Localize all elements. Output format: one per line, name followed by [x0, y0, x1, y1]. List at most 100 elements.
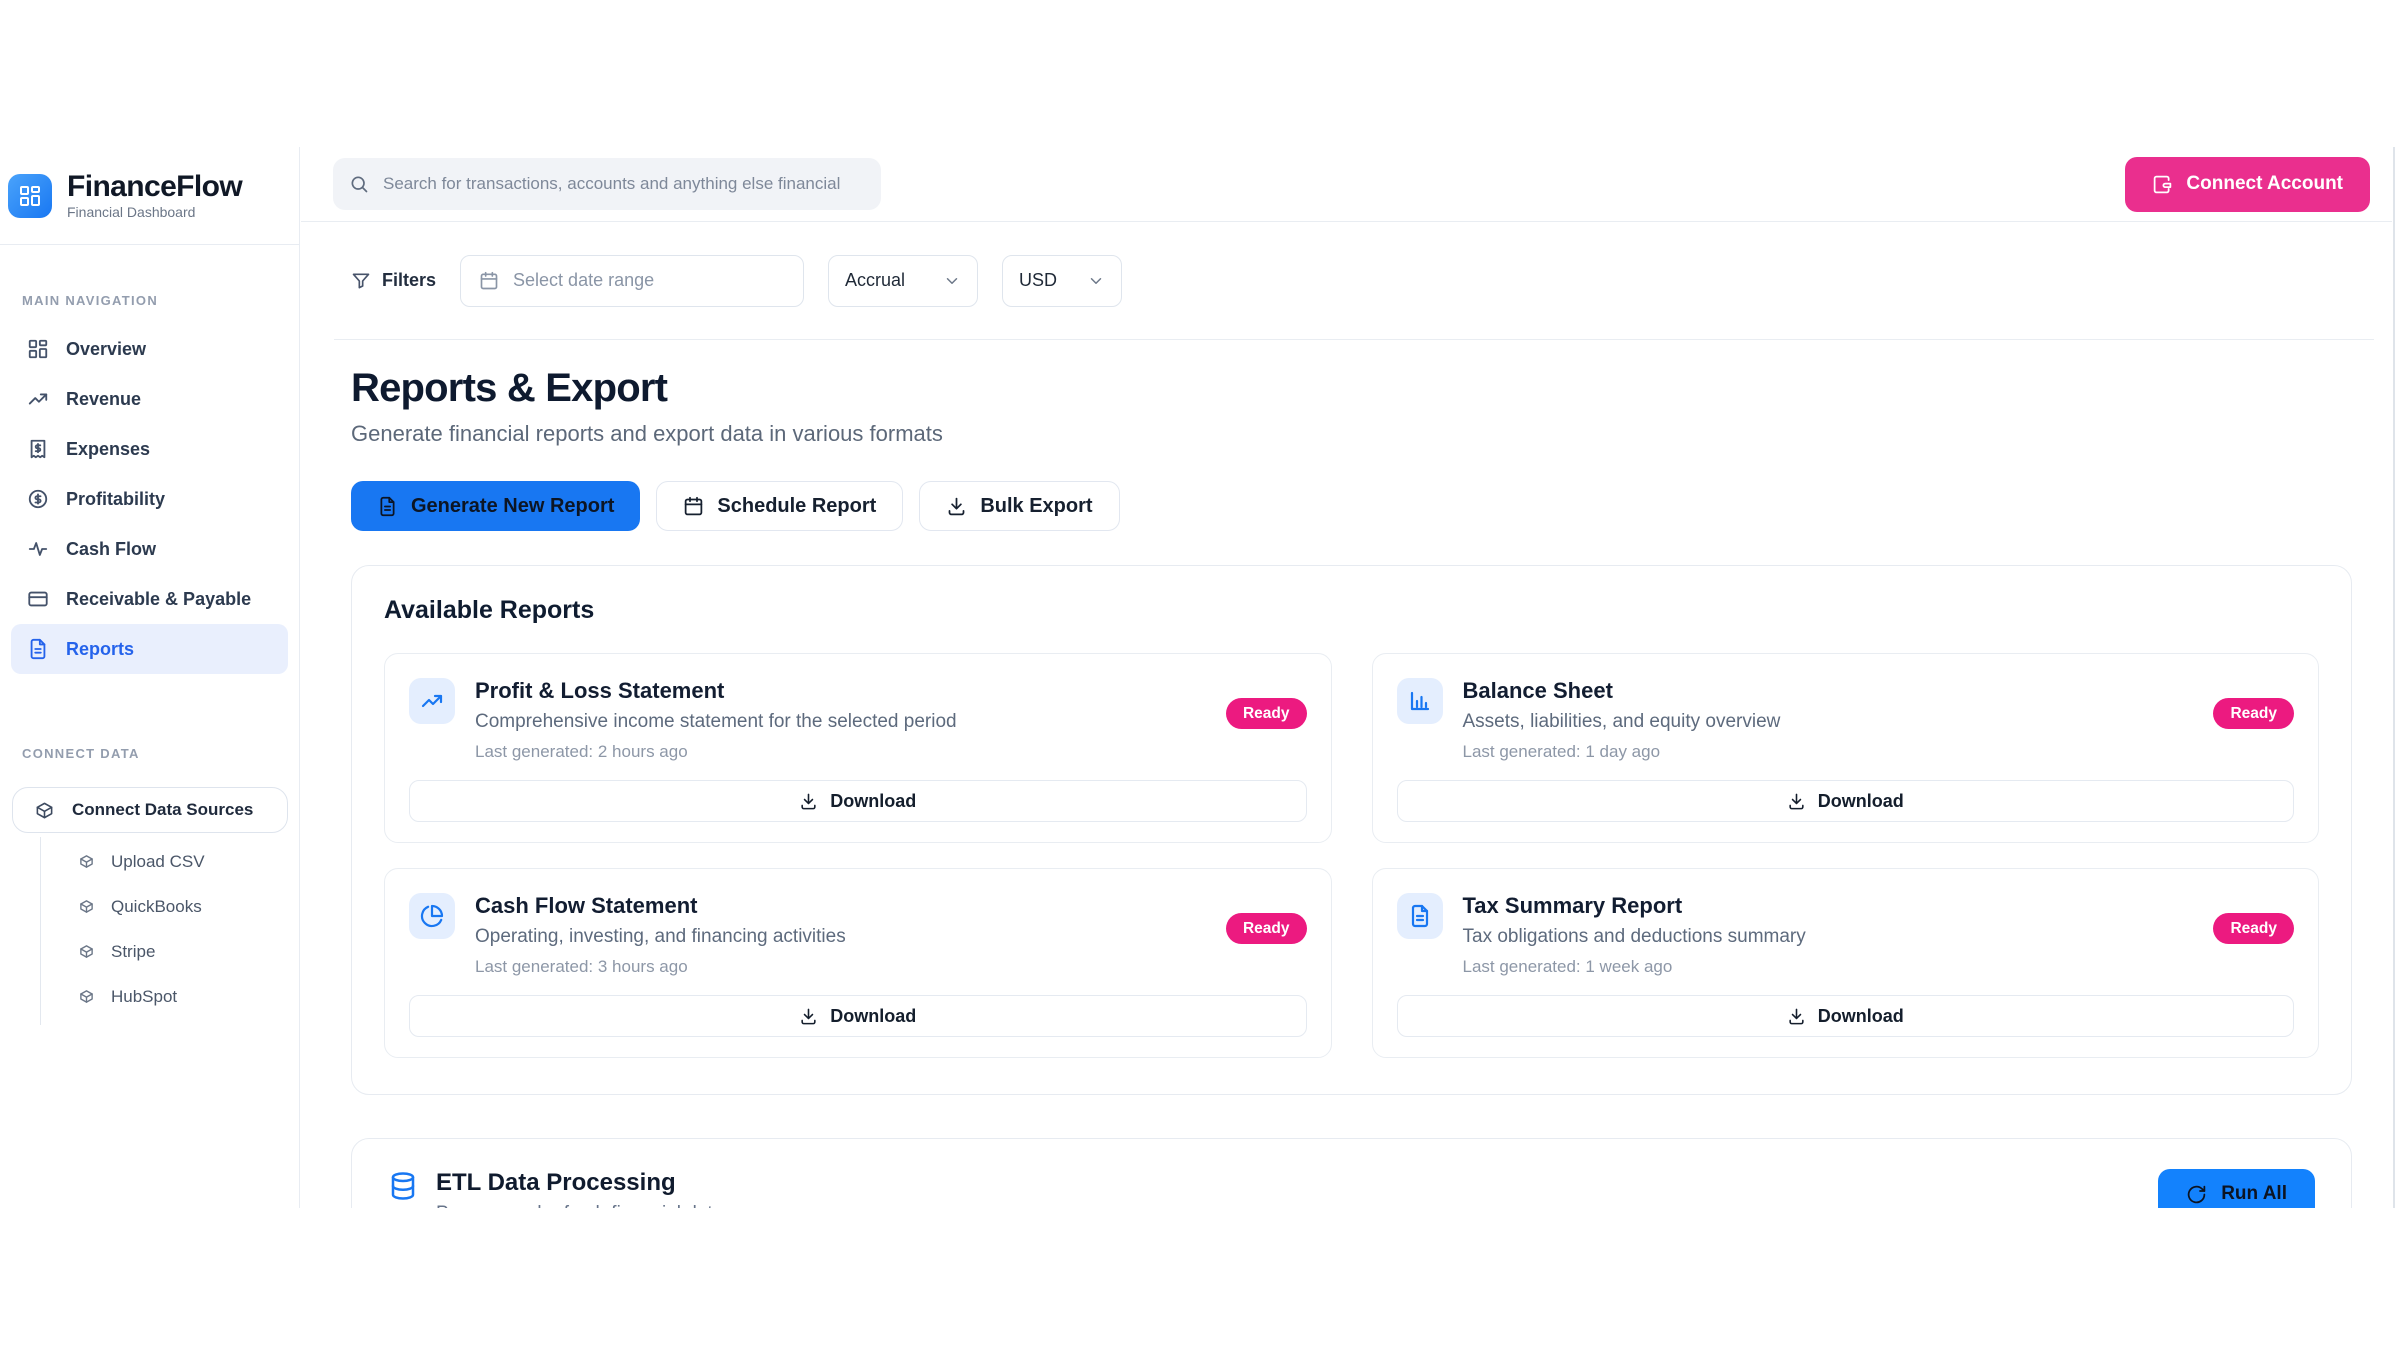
run-all-label: Run All: [2221, 1183, 2287, 1205]
currency-select[interactable]: USD: [1002, 255, 1122, 307]
search-icon: [349, 174, 369, 194]
report-title: Tax Summary Report: [1463, 893, 1806, 919]
credit-card-icon: [27, 588, 49, 610]
connect-account-label: Connect Account: [2186, 173, 2343, 195]
download-icon: [799, 1007, 818, 1026]
report-actions: Generate New Report Schedule Report Bulk…: [351, 481, 2352, 531]
package-icon: [79, 854, 94, 869]
source-item-upload-csv[interactable]: Upload CSV: [41, 839, 299, 884]
accounting-basis-value: Accrual: [845, 270, 905, 291]
date-range-picker[interactable]: Select date range: [460, 255, 804, 307]
source-item-label: QuickBooks: [111, 897, 202, 917]
sidebar-item-expenses[interactable]: Expenses: [0, 424, 299, 474]
calendar-icon: [479, 271, 499, 291]
sidebar-item-label: Cash Flow: [66, 539, 156, 560]
app-logo: [8, 174, 52, 218]
calendar-icon: [683, 496, 704, 517]
report-description: Comprehensive income statement for the s…: [475, 711, 957, 733]
bulk-export-button[interactable]: Bulk Export: [919, 481, 1119, 531]
refresh-icon: [2186, 1184, 2207, 1205]
brand-tagline: Financial Dashboard: [67, 204, 242, 220]
sidebar-item-revenue[interactable]: Revenue: [0, 374, 299, 424]
source-item-label: Upload CSV: [111, 852, 205, 872]
trending-up-icon: [420, 689, 444, 713]
source-item-stripe[interactable]: Stripe: [41, 929, 299, 974]
generate-new-report-label: Generate New Report: [411, 495, 614, 518]
dashboard-icon: [27, 338, 49, 360]
download-label: Download: [1818, 1006, 1904, 1027]
download-label: Download: [830, 1006, 916, 1027]
download-button[interactable]: Download: [1397, 995, 2295, 1037]
sidebar-item-cash-flow[interactable]: Cash Flow: [0, 524, 299, 574]
source-item-quickbooks[interactable]: QuickBooks: [41, 884, 299, 929]
generate-new-report-button[interactable]: Generate New Report: [351, 481, 640, 531]
filters-toggle[interactable]: Filters: [351, 270, 436, 291]
report-title: Balance Sheet: [1463, 678, 1781, 704]
download-icon: [1787, 1007, 1806, 1026]
sidebar-item-label: Receivable & Payable: [66, 589, 251, 610]
sidebar-item-receivable-payable[interactable]: Receivable & Payable: [0, 574, 299, 624]
brand-block: FinanceFlow Financial Dashboard: [0, 147, 299, 245]
search-input[interactable]: [383, 174, 865, 194]
currency-value: USD: [1019, 270, 1057, 291]
download-icon: [946, 496, 967, 517]
report-card-balance-sheet: Balance Sheet Assets, liabilities, and e…: [1372, 653, 2320, 843]
run-all-button[interactable]: Run All: [2158, 1169, 2315, 1208]
download-button[interactable]: Download: [409, 780, 1307, 822]
download-icon: [1787, 792, 1806, 811]
page-title: Reports & Export: [351, 366, 2352, 411]
pie-chart-icon: [420, 904, 444, 928]
sidebar-item-profitability[interactable]: Profitability: [0, 474, 299, 524]
sidebar: FinanceFlow Financial Dashboard MAIN NAV…: [0, 147, 300, 1208]
sidebar-item-label: Overview: [66, 339, 146, 360]
connect-data-sources-button[interactable]: Connect Data Sources: [12, 787, 288, 833]
status-badge: Ready: [1226, 698, 1307, 729]
app-window: FinanceFlow Financial Dashboard MAIN NAV…: [0, 147, 2400, 1208]
filters-label: Filters: [382, 270, 436, 291]
report-card-tax-summary: Tax Summary Report Tax obligations and d…: [1372, 868, 2320, 1058]
source-item-hubspot[interactable]: HubSpot: [41, 974, 299, 1019]
source-item-label: Stripe: [111, 942, 155, 962]
filters-bar: Filters Select date range Accrual USD: [334, 222, 2374, 340]
schedule-report-button[interactable]: Schedule Report: [656, 481, 903, 531]
activity-icon: [27, 538, 49, 560]
etl-title: ETL Data Processing: [436, 1169, 723, 1197]
chevron-down-icon: [1087, 272, 1105, 290]
accounting-basis-select[interactable]: Accrual: [828, 255, 978, 307]
file-text-icon: [1408, 904, 1432, 928]
main-navigation: Overview Revenue Expenses Profitability …: [0, 324, 299, 674]
report-last-generated: Last generated: 2 hours ago: [475, 742, 957, 762]
download-button[interactable]: Download: [1397, 780, 2295, 822]
report-card-profit-loss: Profit & Loss Statement Comprehensive in…: [384, 653, 1332, 843]
screen: FinanceFlow Financial Dashboard MAIN NAV…: [0, 0, 2400, 1350]
download-button[interactable]: Download: [409, 995, 1307, 1037]
report-description: Operating, investing, and financing acti…: [475, 926, 846, 948]
connect-account-button[interactable]: Connect Account: [2125, 157, 2370, 212]
package-icon: [79, 899, 94, 914]
package-icon: [35, 801, 54, 820]
connect-data-sources-label: Connect Data Sources: [72, 800, 253, 820]
sidebar-item-reports[interactable]: Reports: [11, 624, 288, 674]
available-reports-title: Available Reports: [384, 596, 2319, 625]
report-description: Tax obligations and deductions summary: [1463, 926, 1806, 948]
package-icon: [79, 989, 94, 1004]
connect-data-label: CONNECT DATA: [22, 746, 299, 761]
sidebar-item-overview[interactable]: Overview: [0, 324, 299, 374]
sidebar-item-label: Reports: [66, 639, 134, 660]
file-text-icon: [27, 638, 49, 660]
report-icon-box: [409, 893, 455, 939]
package-icon: [79, 944, 94, 959]
report-icon-box: [1397, 678, 1443, 724]
page-content: Reports & Export Generate financial repo…: [301, 340, 2392, 1208]
etl-panel: ETL Data Processing Process and refresh …: [351, 1138, 2352, 1208]
report-cards-grid: Profit & Loss Statement Comprehensive in…: [384, 653, 2319, 1058]
download-label: Download: [830, 791, 916, 812]
funnel-icon: [351, 271, 371, 291]
source-item-label: HubSpot: [111, 987, 177, 1007]
sidebar-item-label: Profitability: [66, 489, 165, 510]
report-card-cash-flow: Cash Flow Statement Operating, investing…: [384, 868, 1332, 1058]
database-icon: [388, 1171, 418, 1201]
scrollbar[interactable]: [2393, 147, 2395, 1208]
sidebar-item-label: Expenses: [66, 439, 150, 460]
report-icon-box: [409, 678, 455, 724]
